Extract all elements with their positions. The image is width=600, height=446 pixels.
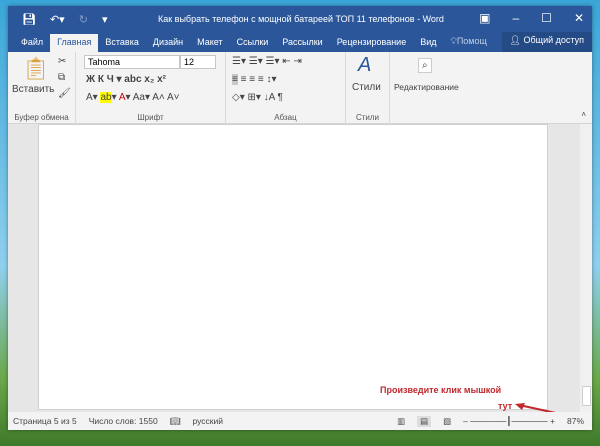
font-size-select[interactable]: 12 [180,55,216,69]
tell-me-button[interactable]: 💡︎Помощ [444,33,494,52]
page-count[interactable]: Страница 5 из 5 [13,416,77,426]
shading-border-buttons[interactable]: ◇▾ ⊞▾ ↓A ¶ [232,92,283,103]
undo-icon[interactable]: ↶▾ [50,13,65,26]
group-label: Шрифт [137,113,164,122]
ribbon-tabs: Файл Главная Вставка Дизайн Макет Ссылки… [8,32,592,52]
font-group: Tahoma 12 Ж К Ч ▾ abc x₂ x² A▾ ab▾ A▾ Aa… [76,52,226,124]
align-buttons[interactable]: ≡ ≡ ≡ ≡ ↕▾ [232,74,276,85]
editing-button[interactable]: Редактирование [394,82,459,92]
proofing-icon[interactable]: 📖︎ [170,416,181,427]
person-icon: 👤︎ [509,35,524,45]
copy-icon[interactable]: ⧉ [58,72,65,83]
customize-qat-icon[interactable]: ▾ [102,13,108,26]
window-title: Как выбрать телефон с мощной батареей ТО… [158,14,444,24]
group-label: Абзац [274,113,297,122]
font-name-select[interactable]: Tahoma [84,55,180,69]
font-color-buttons[interactable]: A▾ ab▾ A▾ Aa▾ A˄ A˅ [86,92,180,103]
tab-review[interactable]: Рецензирование [330,34,414,52]
language[interactable]: русский [193,416,224,426]
paste-icon[interactable]: 📋︎ [22,56,50,82]
tab-file[interactable]: Файл [14,34,50,52]
status-bar: Страница 5 из 5 Число слов: 1550 📖︎ русс… [8,412,592,430]
paste-button[interactable]: Вставить [12,84,54,95]
annotation-text-2: тут [498,401,513,411]
document-page[interactable] [38,124,548,410]
read-mode-icon[interactable]: ▥ [397,416,405,427]
vertical-scrollbar[interactable] [580,124,592,412]
maximize-button[interactable]: ☐ [541,11,552,25]
tab-mailings[interactable]: Рассылки [275,34,329,52]
tab-insert[interactable]: Вставка [98,34,145,52]
styles-icon[interactable]: A [358,54,371,77]
group-label: Буфер обмена [14,113,69,122]
ribbon-display-icon[interactable]: ▣ [479,11,490,25]
minimize-button[interactable]: – [512,11,519,25]
document-area: Произведите клик мышкой тут [8,124,592,419]
styles-button[interactable]: Стили [352,82,381,93]
title-bar: 💾︎ ↶▾ ↻ ▾ Как выбрать телефон с мощной б… [8,6,592,32]
tab-view[interactable]: Вид [413,34,443,52]
list-buttons[interactable]: ☰▾ ☰▾ ☰▾ ⇤ ⇥ [232,56,302,67]
styles-group: A Стили Стили [346,52,390,124]
bold-button[interactable]: Ж К Ч ▾ abc x₂ x² [86,74,166,85]
print-layout-icon[interactable]: ▤ [417,415,432,427]
annotation-text: Произведите клик мышкой [380,385,502,395]
group-label: Стили [355,113,380,122]
ribbon: 📋︎ Вставить ✂ ⧉ 🖌︎ Буфер обмена Tahoma 1… [8,52,592,124]
tab-home[interactable]: Главная [50,34,99,52]
word-window: 💾︎ ↶▾ ↻ ▾ Как выбрать телефон с мощной б… [8,6,592,430]
editing-group: ⌕ Редактирование [390,52,460,124]
scroll-thumb[interactable] [582,386,591,406]
word-count[interactable]: Число слов: 1550 [89,416,158,426]
close-button[interactable]: ✕ [574,11,584,25]
search-icon[interactable]: ⌕ [418,58,432,73]
redo-icon[interactable]: ↻ [79,13,88,26]
tab-design[interactable]: Дизайн [146,34,190,52]
paragraph-group: ☰▾ ☰▾ ☰▾ ⇤ ⇥ ≡ ≡ ≡ ≡ ↕▾ ◇▾ ⊞▾ ↓A ¶ Абзац [226,52,346,124]
tab-references[interactable]: Ссылки [230,34,276,52]
save-icon[interactable]: 💾︎ [22,13,36,26]
zoom-level[interactable]: 87% [567,416,592,426]
collapse-ribbon-icon[interactable]: ˄ [581,110,586,119]
format-painter-icon[interactable]: 🖌︎ [58,88,71,99]
share-button[interactable]: 👤︎ Общий доступ [501,32,592,52]
tab-layout[interactable]: Макет [190,34,229,52]
web-layout-icon[interactable]: ▧ [443,416,451,427]
clipboard-group: 📋︎ Вставить ✂ ⧉ 🖌︎ Буфер обмена [8,52,76,124]
zoom-slider[interactable]: – ──────┃────── + [463,416,555,427]
cut-icon[interactable]: ✂ [58,56,66,67]
